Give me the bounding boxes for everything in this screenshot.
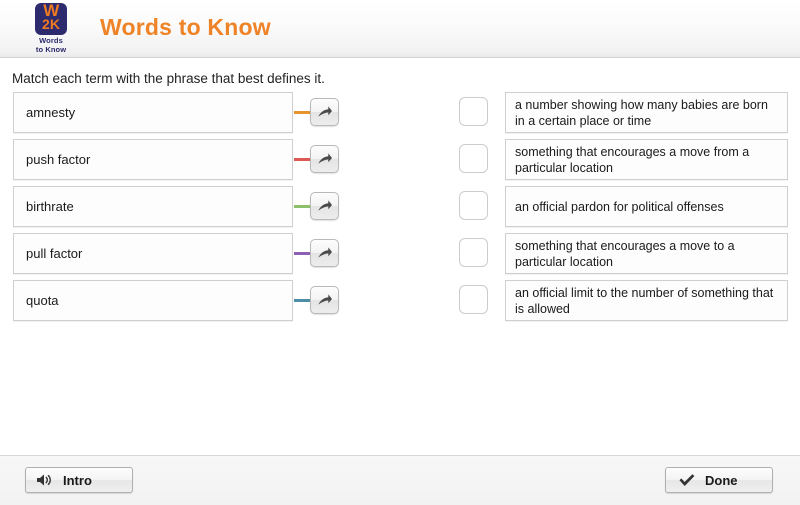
term-label: amnesty (26, 105, 76, 120)
definition-drop-target[interactable] (459, 191, 488, 220)
match-row: pull factor something that encourages a … (0, 233, 800, 280)
done-button[interactable]: Done (665, 467, 773, 493)
definition-card[interactable]: a number showing how many babies are bor… (505, 92, 788, 133)
logo-mark-line2: 2K (42, 16, 60, 32)
term-card[interactable]: push factor (13, 139, 293, 180)
term-arrow-button[interactable] (310, 239, 339, 267)
term-card[interactable]: pull factor (13, 233, 293, 274)
checkmark-icon (678, 473, 696, 488)
definition-drop-target[interactable] (459, 285, 488, 314)
term-card[interactable]: amnesty (13, 92, 293, 133)
intro-button-label: Intro (63, 472, 92, 488)
logo-mark-icon: W 2K (35, 3, 67, 35)
match-area: amnesty a number showing how many babies… (0, 92, 800, 332)
term-label: push factor (26, 152, 91, 167)
instruction-text: Match each term with the phrase that bes… (12, 71, 325, 86)
term-arrow-button[interactable] (310, 192, 339, 220)
app-logo: W 2K Words to Know (27, 3, 75, 55)
term-arrow-button[interactable] (310, 145, 339, 173)
connector-line (294, 299, 310, 302)
term-label: pull factor (26, 246, 83, 261)
definition-text: something that encourages a move from a … (515, 144, 750, 175)
match-row: amnesty a number showing how many babies… (0, 92, 800, 139)
connector-line (294, 158, 310, 161)
speaker-icon (36, 473, 54, 487)
term-card[interactable]: quota (13, 280, 293, 321)
definition-drop-target[interactable] (459, 97, 488, 126)
term-card[interactable]: birthrate (13, 186, 293, 227)
definition-card[interactable]: an official pardon for political offense… (505, 186, 788, 227)
app-header: W 2K Words to Know Words to Know (0, 0, 800, 58)
page-title: Words to Know (100, 14, 271, 40)
definition-text: a number showing how many babies are bor… (515, 97, 768, 128)
logo-caption-line1: Words (39, 36, 63, 45)
connector-line (294, 111, 310, 114)
words-to-know-app: W 2K Words to Know Words to Know Match e… (0, 0, 800, 505)
term-arrow-button[interactable] (310, 98, 339, 126)
done-button-label: Done (705, 472, 738, 488)
definition-card[interactable]: an official limit to the number of somet… (505, 280, 788, 321)
definition-text: an official limit to the number of somet… (515, 285, 774, 316)
match-row: push factor something that encourages a … (0, 139, 800, 186)
definition-card[interactable]: something that encourages a move from a … (505, 139, 788, 180)
definition-text: an official pardon for political offense… (515, 199, 724, 214)
definition-drop-target[interactable] (459, 144, 488, 173)
definition-card[interactable]: something that encourages a move to a pa… (505, 233, 788, 274)
match-row: quota an official limit to the number of… (0, 280, 800, 327)
connector-line (294, 205, 310, 208)
term-label: quota (26, 293, 59, 308)
match-row: birthrate an official pardon for politic… (0, 186, 800, 233)
app-footer: Intro Done (0, 455, 800, 505)
logo-caption-line2: to Know (35, 45, 67, 54)
definition-drop-target[interactable] (459, 238, 488, 267)
intro-button[interactable]: Intro (25, 467, 133, 493)
connector-line (294, 252, 310, 255)
definition-text: something that encourages a move to a pa… (515, 238, 735, 269)
term-arrow-button[interactable] (310, 286, 339, 314)
term-label: birthrate (26, 199, 74, 214)
